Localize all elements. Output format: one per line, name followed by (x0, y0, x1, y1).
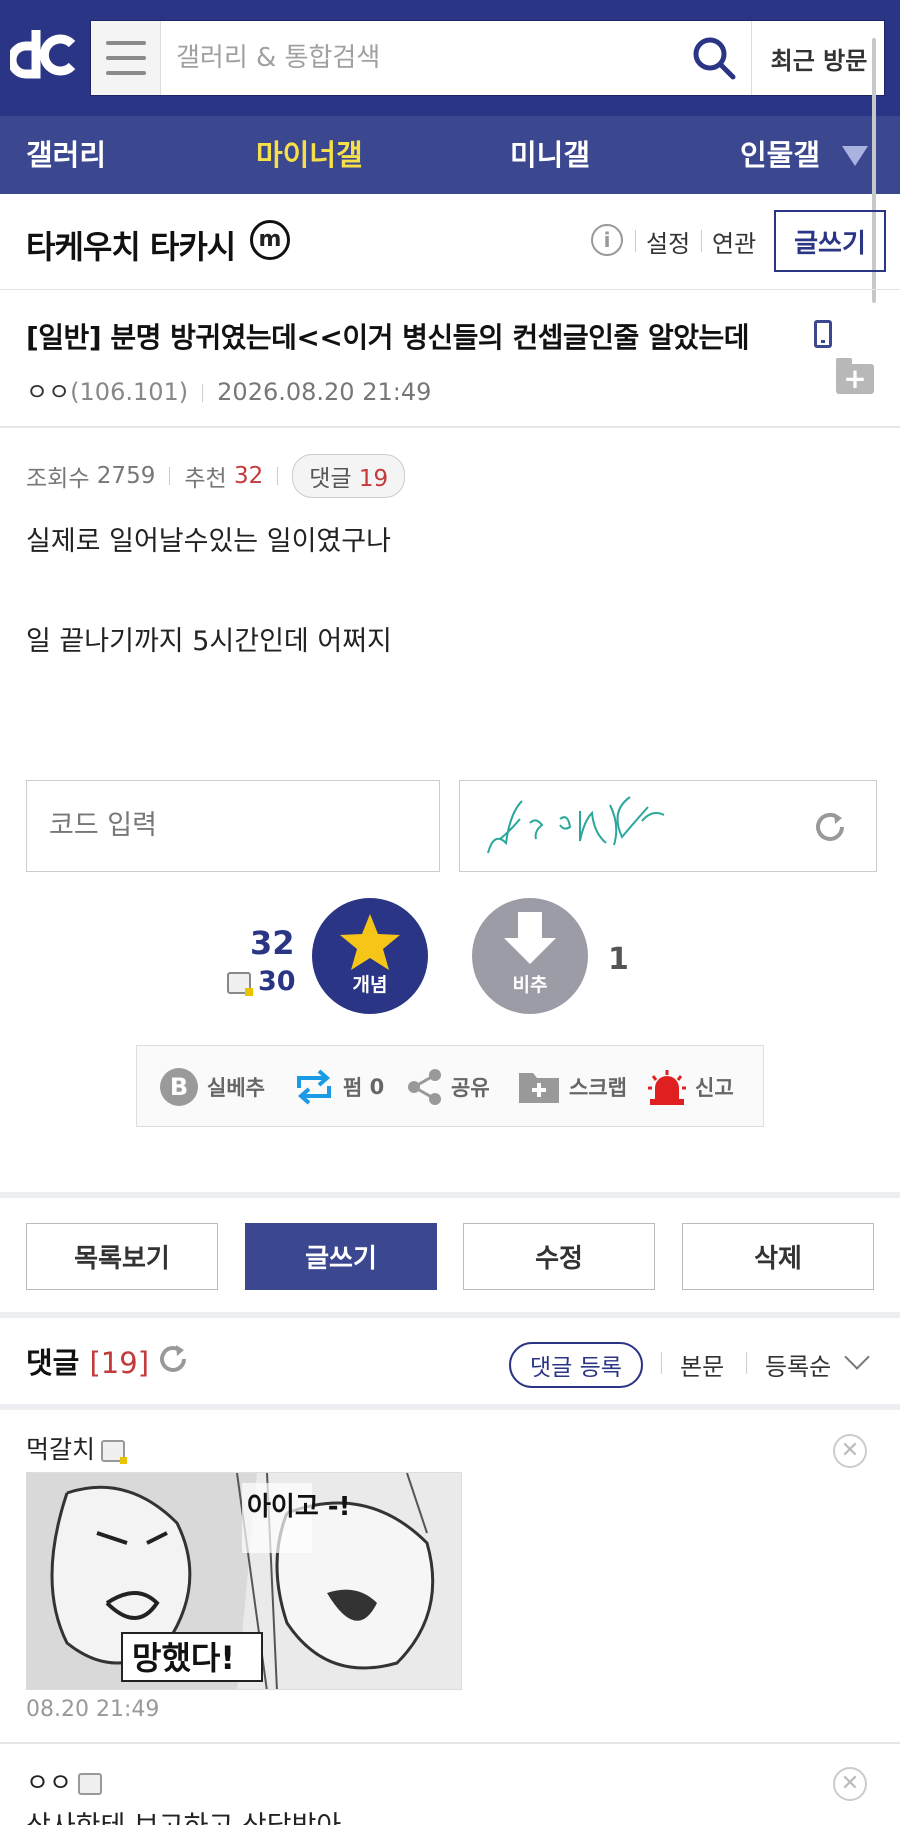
write-button-top[interactable]: 글쓰기 (774, 210, 886, 272)
share-button[interactable]: 공유 (407, 1046, 490, 1128)
comment-date: 08.20 21:49 (26, 1697, 160, 1722)
captcha-scribble (487, 796, 665, 854)
nav-minor-gallery[interactable]: 마이너갤 (256, 116, 363, 194)
edit-button[interactable]: 수정 (463, 1223, 655, 1290)
post-body-line: 실제로 일어날수있는 일이였구나 (26, 526, 391, 557)
downvote-button[interactable]: 비추 (472, 898, 588, 1014)
nav-expand-icon[interactable] (842, 146, 868, 166)
related-link[interactable]: 연관 (712, 224, 756, 259)
gallery-nav: 갤러리 마이너갤 미니갤 인물갤 (0, 116, 900, 194)
folder-plus-icon (519, 1073, 559, 1103)
post-title: [일반] 분명 방귀였는데<<이거 병신들의 컨셉글인줄 알았는데 (26, 321, 750, 354)
gallery-title[interactable]: 타케우치 타카시 (26, 222, 236, 268)
list-button[interactable]: 목록보기 (26, 1223, 218, 1290)
comment-author[interactable]: 먹갈치 (26, 1430, 128, 1466)
downvote-count: 1 (608, 942, 629, 977)
post-meta: ㅇㅇ(106.101) 2026.08.20 21:49 (26, 372, 431, 407)
comment-register-button[interactable]: 댓글 등록 (509, 1342, 643, 1388)
fixed-user-icon (227, 972, 253, 996)
nav-gallery[interactable]: 갤러리 (26, 116, 106, 194)
captcha-code-input[interactable]: 코드 입력 (26, 780, 440, 872)
comments-refresh-icon[interactable] (156, 1342, 190, 1376)
captcha-refresh-icon[interactable] (812, 809, 848, 845)
nav-mini-gallery[interactable]: 미니갤 (510, 116, 590, 194)
comment-author[interactable]: ㅇㅇ (26, 1763, 103, 1799)
comment-image: 아이고 -! 망했다! (26, 1472, 462, 1690)
svg-text:B: B (170, 1073, 188, 1101)
nav-person-gallery[interactable]: 인물갤 (740, 116, 820, 194)
recommend-count: 32 (233, 463, 264, 489)
post-action-bar: B 실베추 펌 0 공유 스크랩 신고 (136, 1045, 764, 1127)
b-icon: B (160, 1068, 198, 1106)
gallery-header: 타케우치 타카시 m i 설정 연관 글쓰기 (0, 194, 900, 290)
chevron-down-icon[interactable] (844, 1344, 870, 1370)
settings-link[interactable]: 설정 (646, 224, 690, 259)
manga-panel: 아이고 -! 망했다! (27, 1473, 461, 1689)
search-box: 최근 방문 (90, 20, 885, 96)
delete-comment-icon[interactable]: ✕ (833, 1434, 867, 1468)
share-icon (408, 1069, 441, 1105)
scrap-button[interactable]: 스크랩 (517, 1046, 627, 1128)
go-to-body-link[interactable]: 본문 (680, 1347, 724, 1382)
report-button[interactable]: 신고 (647, 1046, 734, 1128)
dc-logo[interactable] (10, 26, 82, 82)
user-icon (78, 1773, 103, 1795)
post-stats: 조회수 2759 추천 32 댓글 19 (26, 454, 406, 498)
top-header: 최근 방문 (0, 0, 900, 116)
svg-text:망했다!: 망했다! (132, 1639, 235, 1677)
search-input[interactable] (176, 21, 666, 95)
comments-count: [19] (89, 1346, 150, 1380)
delete-comment-icon[interactable]: ✕ (833, 1767, 867, 1801)
menu-icon[interactable] (91, 21, 161, 95)
upvote-fixed-count: 30 (258, 966, 296, 997)
add-folder-icon[interactable]: + (836, 358, 874, 394)
post-ip: (106.101) (70, 378, 189, 406)
comments-title: 댓글 [19] (26, 1346, 150, 1380)
svg-text:아이고 -!: 아이고 -! (247, 1492, 350, 1522)
post-author[interactable]: ㅇㅇ (26, 378, 70, 406)
write-button[interactable]: 글쓰기 (245, 1223, 437, 1290)
delete-button[interactable]: 삭제 (682, 1223, 874, 1290)
retweet-icon (297, 1069, 331, 1105)
sort-order-select[interactable]: 등록순 (765, 1347, 831, 1382)
upvote-total: 32 (250, 924, 295, 962)
recent-visit-button[interactable]: 최근 방문 (751, 21, 886, 95)
post-body-line: 일 끝나기까지 5시간인데 어쩌지 (26, 626, 392, 657)
comment-text: 상사한테 보고하고 상담받아 (26, 1804, 341, 1825)
share-count-button[interactable]: 펌 0 (293, 1046, 384, 1128)
search-icon[interactable] (691, 35, 737, 81)
view-count: 2759 (96, 463, 156, 489)
post-date: 2026.08.20 21:49 (217, 378, 432, 406)
siren-icon (648, 1070, 686, 1105)
info-icon[interactable]: i (591, 224, 623, 256)
captcha-image (459, 780, 877, 872)
comment-count-badge[interactable]: 댓글 19 (292, 454, 406, 498)
mobile-icon (814, 320, 832, 348)
minor-gallery-badge-icon: m (250, 220, 290, 260)
upvote-button[interactable]: 개념 (312, 898, 428, 1014)
fixed-user-icon (101, 1440, 128, 1464)
best-recommend-button[interactable]: B 실베추 (159, 1046, 265, 1128)
